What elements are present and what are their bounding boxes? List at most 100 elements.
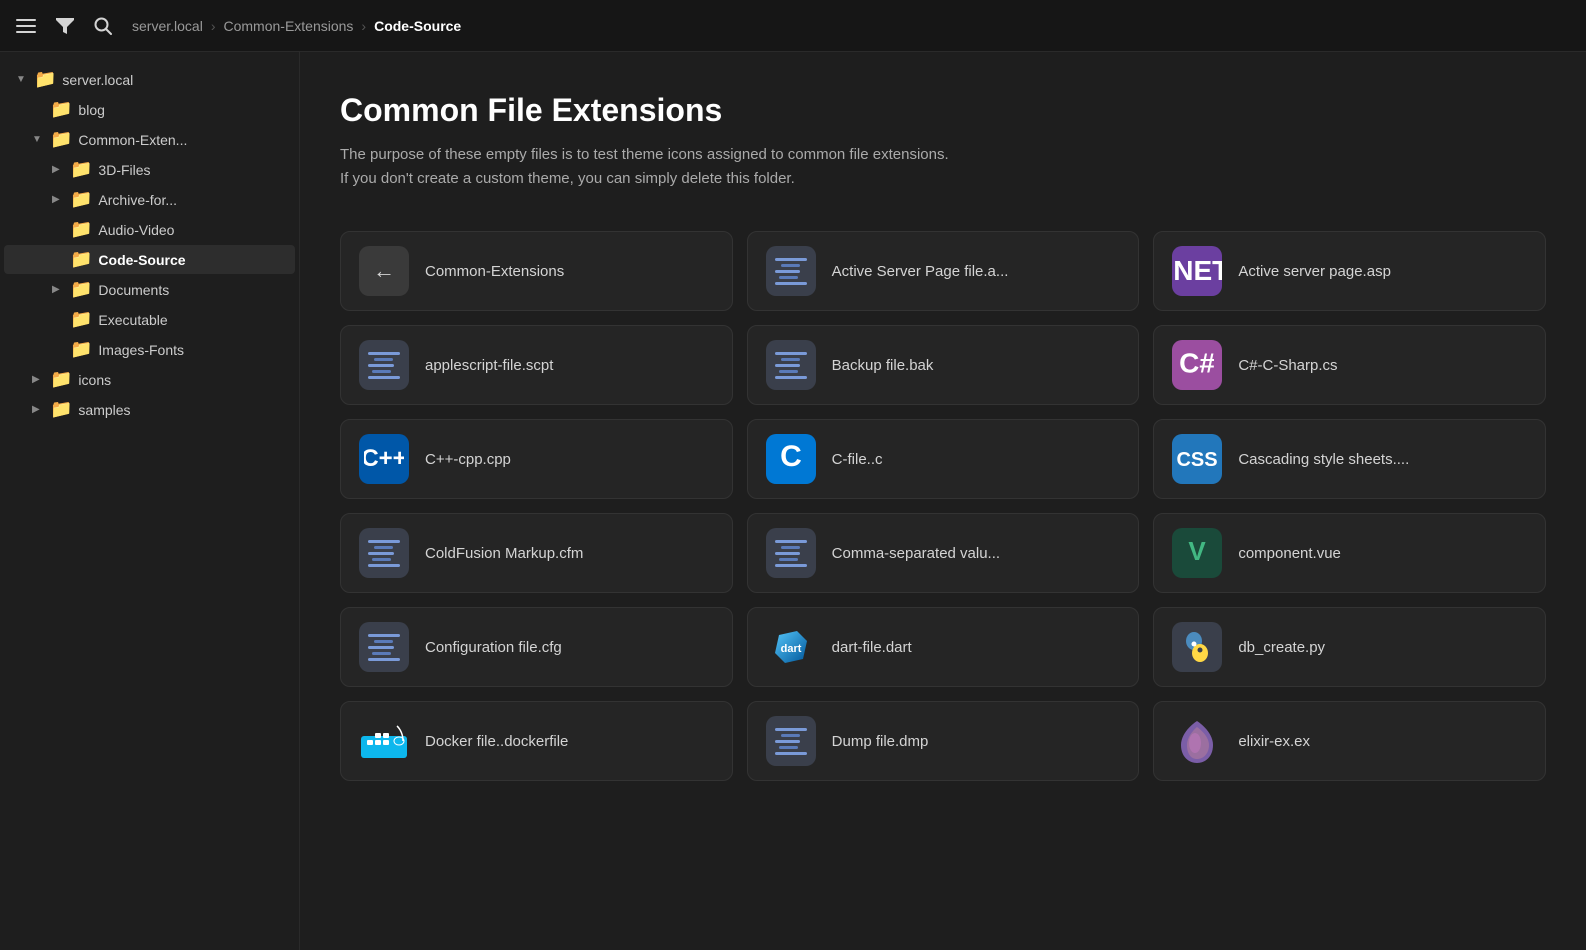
cfg-icon	[359, 622, 409, 672]
folder-icon: 📁	[70, 279, 92, 300]
svg-text:C++: C++	[364, 445, 404, 472]
sidebar-item-executable[interactable]: ▶ 📁 Executable	[4, 305, 295, 334]
file-card-css[interactable]: CSS Cascading style sheets....	[1153, 419, 1546, 499]
sidebar-label-images-fonts: Images-Fonts	[98, 342, 184, 358]
cfm-label: ColdFusion Markup.cfm	[425, 545, 583, 562]
file-card-cpp[interactable]: C++ C++-cpp.cpp	[340, 419, 733, 499]
cfg-label: Configuration file.cfg	[425, 639, 562, 656]
asp-a-label: Active Server Page file.a...	[832, 263, 1009, 280]
menu-icon[interactable]	[16, 19, 36, 33]
sidebar-item-common-extensions[interactable]: ▼ 📁 Common-Exten...	[4, 125, 295, 154]
sidebar-label-code-source: Code-Source	[98, 252, 185, 268]
ex-label: elixir-ex.ex	[1238, 733, 1310, 750]
asp-label: Active server page.asp	[1238, 263, 1391, 280]
folder-icon: 📁	[70, 249, 92, 270]
sidebar-label-common-extensions: Common-Exten...	[78, 132, 187, 148]
sidebar-label-archive-for: Archive-for...	[98, 192, 177, 208]
chevron-right-icon: ▶	[52, 284, 64, 295]
folder-icon: 📁	[70, 339, 92, 360]
sidebar-label-executable: Executable	[98, 312, 167, 328]
folder-icon: 📁	[34, 69, 56, 90]
csv-label: Comma-separated valu...	[832, 545, 1000, 562]
file-card-cs[interactable]: C# C#-C-Sharp.cs	[1153, 325, 1546, 405]
sidebar-label-blog: blog	[78, 102, 104, 118]
dart-label: dart-file.dart	[832, 639, 912, 656]
file-card-bak[interactable]: Backup file.bak	[747, 325, 1140, 405]
folder-icon: 📁	[50, 99, 72, 120]
file-card-csv[interactable]: Comma-separated valu...	[747, 513, 1140, 593]
search-icon[interactable]	[94, 17, 112, 35]
file-grid: ← Common-Extensions Active Server Page f…	[340, 231, 1546, 781]
c-icon: C	[766, 434, 816, 484]
elixir-icon	[1172, 716, 1222, 766]
page-title: Common File Extensions	[340, 92, 1546, 129]
file-card-cfm[interactable]: ColdFusion Markup.cfm	[340, 513, 733, 593]
folder-icon: 📁	[70, 219, 92, 240]
chevron-right-icon: ▶	[52, 194, 64, 205]
file-card-asp[interactable]: .NET Active server page.asp	[1153, 231, 1546, 311]
chevron-right-icon: ▶	[32, 374, 44, 385]
folder-icon: 📁	[70, 159, 92, 180]
cpp-label: C++-cpp.cpp	[425, 451, 511, 468]
folder-icon: 📁	[50, 369, 72, 390]
cs-label: C#-C-Sharp.cs	[1238, 357, 1337, 374]
file-card-vue[interactable]: V component.vue	[1153, 513, 1546, 593]
chevron-right-icon: ▶	[32, 404, 44, 415]
sidebar-item-code-source[interactable]: ▶ 📁 Code-Source	[4, 245, 295, 274]
file-card-dart[interactable]: dart dart-file.dart	[747, 607, 1140, 687]
file-card-c[interactable]: C C-file..c	[747, 419, 1140, 499]
dockerfile-label: Docker file..dockerfile	[425, 733, 568, 750]
breadcrumb-code-source[interactable]: Code-Source	[374, 18, 461, 34]
breadcrumb: server.local › Common-Extensions › Code-…	[132, 18, 461, 34]
content-description: The purpose of these empty files is to t…	[340, 143, 1546, 191]
sidebar-item-samples[interactable]: ▶ 📁 samples	[4, 395, 295, 424]
sidebar-item-server-local[interactable]: ▼ 📁 server.local	[4, 65, 295, 94]
sidebar-item-audio-video[interactable]: ▶ 📁 Audio-Video	[4, 215, 295, 244]
svg-text:C#: C#	[1180, 348, 1214, 378]
sidebar-label-samples: samples	[78, 402, 130, 418]
dart-icon: dart	[766, 622, 816, 672]
sidebar-label-documents: Documents	[98, 282, 169, 298]
filter-icon[interactable]	[56, 18, 74, 34]
asp-a-icon	[766, 246, 816, 296]
file-card-dockerfile[interactable]: Docker file..dockerfile	[340, 701, 733, 781]
sidebar-item-images-fonts[interactable]: ▶ 📁 Images-Fonts	[4, 335, 295, 364]
cfm-icon	[359, 528, 409, 578]
folder-icon: 📁	[70, 309, 92, 330]
dmp-icon	[766, 716, 816, 766]
dmp-label: Dump file.dmp	[832, 733, 929, 750]
topbar: server.local › Common-Extensions › Code-…	[0, 0, 1586, 52]
sidebar-item-3d-files[interactable]: ▶ 📁 3D-Files	[4, 155, 295, 184]
applescript-icon	[359, 340, 409, 390]
file-card-py[interactable]: db_create.py	[1153, 607, 1546, 687]
desc-line1: The purpose of these empty files is to t…	[340, 146, 949, 163]
sidebar-item-archive-for[interactable]: ▶ 📁 Archive-for...	[4, 185, 295, 214]
chevron-down-icon: ▼	[32, 134, 44, 145]
breadcrumb-server[interactable]: server.local	[132, 18, 203, 34]
python-icon	[1172, 622, 1222, 672]
breadcrumb-common-ext[interactable]: Common-Extensions	[223, 18, 353, 34]
sidebar-label-icons: icons	[78, 372, 111, 388]
file-card-ex[interactable]: elixir-ex.ex	[1153, 701, 1546, 781]
svg-text:dart: dart	[780, 643, 801, 655]
sidebar-label-3d-files: 3D-Files	[98, 162, 150, 178]
back-label: Common-Extensions	[425, 263, 564, 280]
sidebar-label-audio-video: Audio-Video	[98, 222, 174, 238]
file-card-applescript[interactable]: applescript-file.scpt	[340, 325, 733, 405]
file-card-asp-a[interactable]: Active Server Page file.a...	[747, 231, 1140, 311]
sidebar-item-blog[interactable]: ▶ 📁 blog	[4, 95, 295, 124]
bak-icon	[766, 340, 816, 390]
csharp-icon: C#	[1172, 340, 1222, 390]
file-card-back[interactable]: ← Common-Extensions	[340, 231, 733, 311]
file-card-cfg[interactable]: Configuration file.cfg	[340, 607, 733, 687]
file-card-dmp[interactable]: Dump file.dmp	[747, 701, 1140, 781]
sidebar-label-server-local: server.local	[62, 72, 133, 88]
docker-icon	[359, 716, 409, 766]
applescript-label: applescript-file.scpt	[425, 357, 553, 374]
chevron-down-icon: ▼	[16, 74, 28, 85]
sidebar-item-documents[interactable]: ▶ 📁 Documents	[4, 275, 295, 304]
svg-text:C: C	[780, 440, 802, 473]
breadcrumb-sep-2: ›	[361, 18, 366, 34]
folder-icon: 📁	[70, 189, 92, 210]
sidebar-item-icons[interactable]: ▶ 📁 icons	[4, 365, 295, 394]
